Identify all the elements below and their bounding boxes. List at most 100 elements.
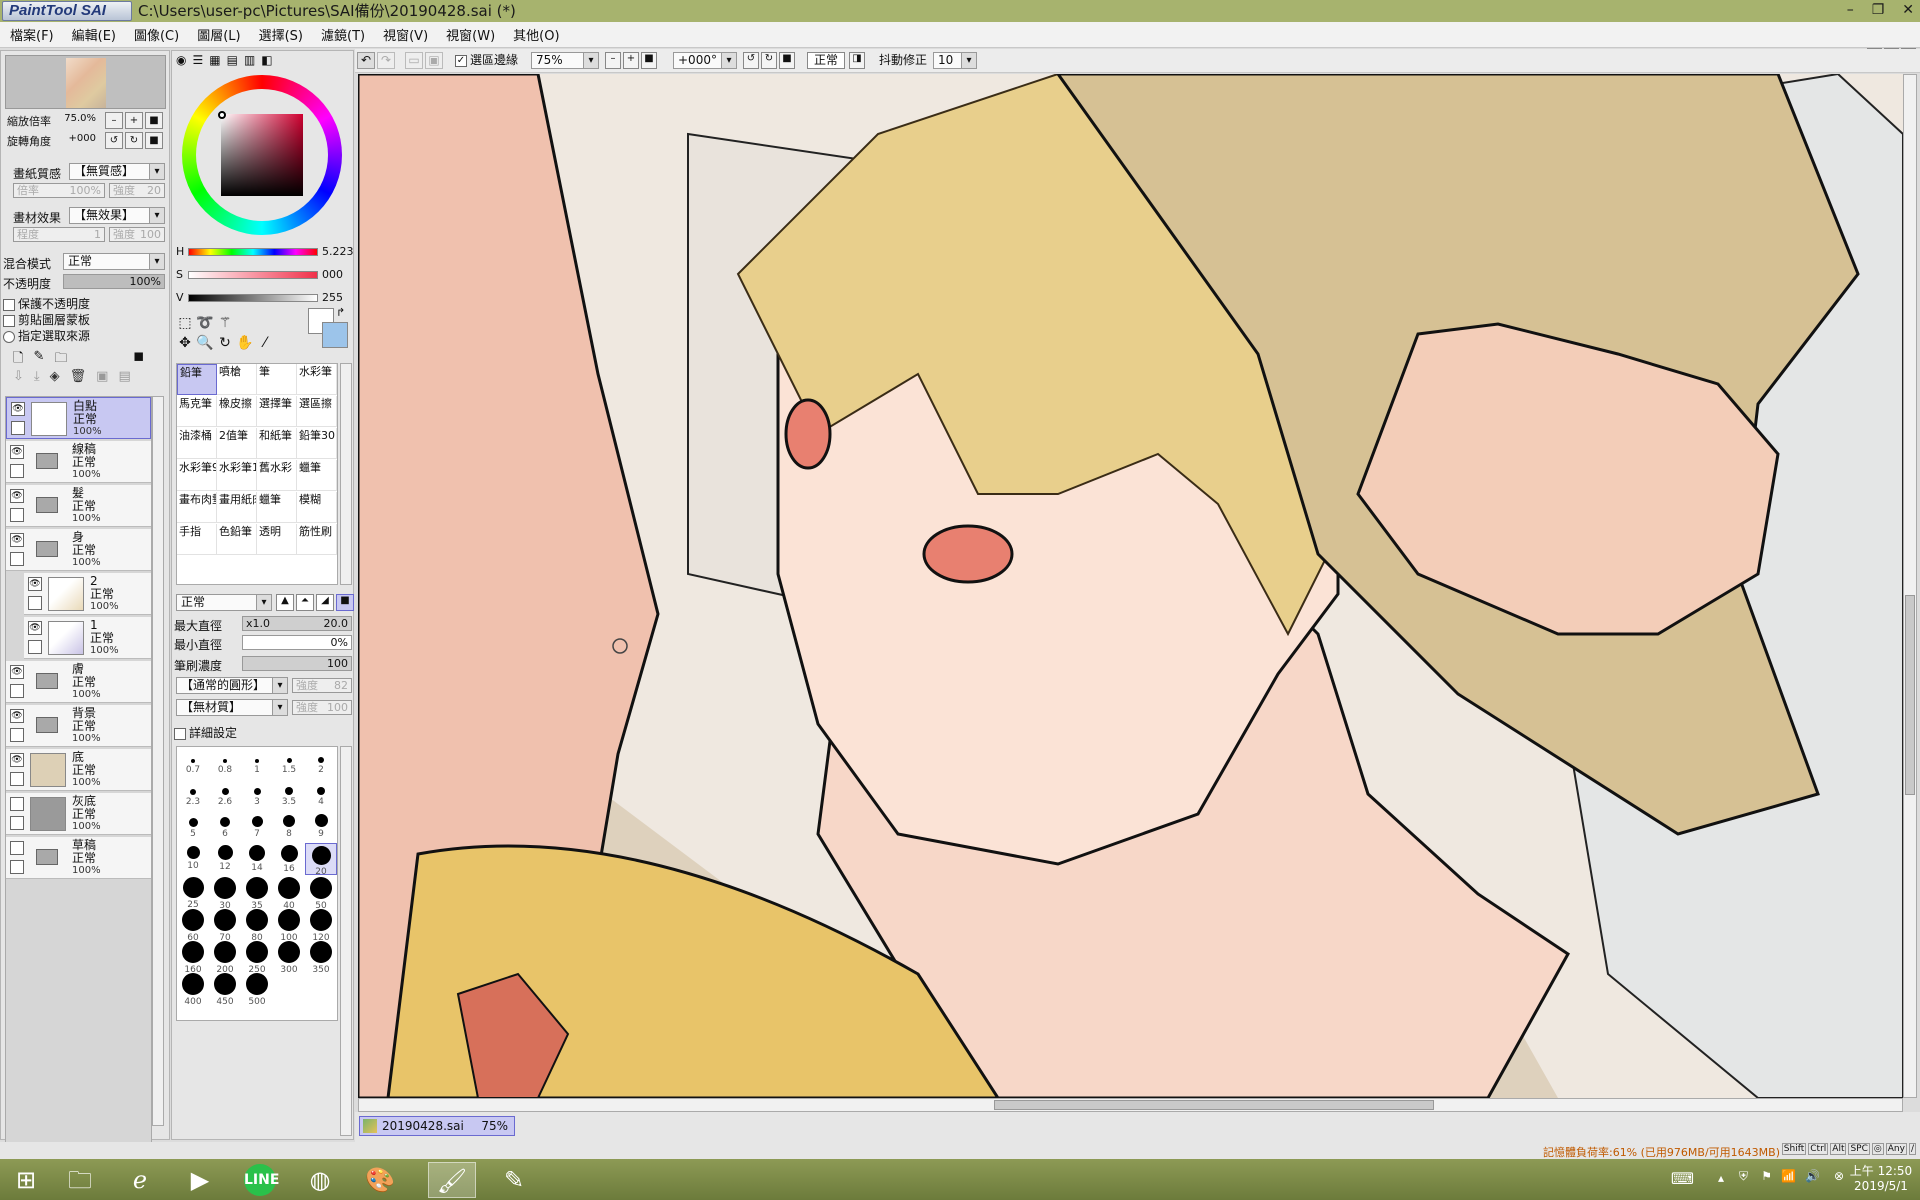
- drawing-canvas[interactable]: [358, 74, 1903, 1098]
- canvas-vertical-scrollbar[interactable]: [1903, 74, 1917, 1098]
- layer-item-2[interactable]: 👁 2 正常 100%: [24, 573, 151, 615]
- scratchpad-tab-icon[interactable]: ▥: [244, 53, 255, 67]
- horizontal-scroll-thumb[interactable]: [994, 1100, 1434, 1110]
- menu-select[interactable]: 選擇(S): [259, 25, 303, 44]
- lock-icon[interactable]: [10, 684, 24, 698]
- brush-size-item[interactable]: 450: [209, 971, 241, 1007]
- clock-time[interactable]: 上午 12:50: [1848, 1162, 1914, 1179]
- material-degree-field[interactable]: 程度 1: [13, 227, 105, 242]
- menu-layer[interactable]: 圖層(L): [197, 25, 240, 44]
- saturation-slider[interactable]: [188, 271, 318, 279]
- merge-mask-icon[interactable]: ▤: [118, 369, 130, 384]
- zoom-icon[interactable]: 🔍: [196, 334, 214, 352]
- brush-tool-item[interactable]: 橡皮擦: [217, 396, 257, 427]
- brush-size-item[interactable]: 10: [177, 843, 209, 875]
- brush-size-item[interactable]: 2.3: [177, 779, 209, 811]
- brush-tool-item[interactable]: 手指: [177, 524, 217, 555]
- eye-icon[interactable]: 👁: [10, 489, 24, 503]
- brush-tool-item[interactable]: 和紙筆: [257, 428, 297, 459]
- clipping-mask-option[interactable]: 剪貼圖層蒙板: [3, 311, 90, 328]
- eye-icon[interactable]: 👁: [10, 665, 24, 679]
- menu-image[interactable]: 圖像(C): [134, 25, 179, 44]
- brush-size-item[interactable]: 1: [241, 747, 273, 779]
- zoom-out-button[interactable]: –: [105, 112, 123, 129]
- brush-size-item[interactable]: 9: [305, 811, 337, 843]
- eye-icon[interactable]: 👁: [10, 445, 24, 459]
- eye-icon[interactable]: 👁: [10, 709, 24, 723]
- hard-edge-icon[interactable]: ◢: [316, 594, 334, 611]
- color-wheel-tab-icon[interactable]: ◉: [176, 53, 186, 67]
- eye-hidden-icon[interactable]: [10, 841, 24, 855]
- lock-icon[interactable]: [10, 860, 24, 874]
- layer-item-body[interactable]: 👁 身 正常 100%: [6, 529, 151, 571]
- lock-icon[interactable]: [10, 508, 24, 522]
- layer-list-scrollbar[interactable]: [152, 396, 164, 1126]
- menu-filter[interactable]: 濾鏡(T): [321, 25, 365, 44]
- blend-mode-select[interactable]: 正常: [63, 253, 165, 270]
- clock-date[interactable]: 2019/5/1: [1848, 1179, 1914, 1193]
- mixer-tab-icon[interactable]: ◧: [261, 53, 272, 67]
- redo-icon[interactable]: ↷: [377, 52, 395, 69]
- lock-icon[interactable]: [10, 464, 24, 478]
- volume-icon[interactable]: 🔊: [1805, 1169, 1820, 1183]
- brush-shape-select[interactable]: 【通常的圓形】: [176, 677, 288, 694]
- eye-icon[interactable]: 👁: [10, 533, 24, 547]
- layer-item-background[interactable]: 👁 背景 正常 100%: [6, 705, 151, 747]
- detail-settings-checkbox[interactable]: [174, 727, 186, 740]
- eye-icon[interactable]: 👁: [11, 402, 25, 416]
- merge-down-icon[interactable]: ⤓: [34, 369, 40, 384]
- document-tab[interactable]: 20190428.sai 75%: [359, 1116, 515, 1136]
- brush-tool-item[interactable]: 蠟筆: [297, 460, 337, 491]
- apply-mask-icon[interactable]: ▣: [96, 369, 108, 384]
- brush-size-item[interactable]: 0.8: [209, 747, 241, 779]
- sai-taskbar-icon[interactable]: 🖌: [428, 1162, 476, 1198]
- brush-tool-item[interactable]: 選區擦: [297, 396, 337, 427]
- brush-shape-strength-field[interactable]: 強度 82: [292, 678, 352, 693]
- menu-file[interactable]: 檔案(F): [10, 25, 54, 44]
- brush-size-item[interactable]: 8: [273, 811, 305, 843]
- eye-icon[interactable]: 👁: [28, 577, 42, 591]
- brush-tool-item[interactable]: 模糊: [297, 492, 337, 523]
- brush-size-item[interactable]: 250: [241, 939, 273, 975]
- tablet-settings-icon[interactable]: ✎: [490, 1162, 538, 1198]
- brush-size-item[interactable]: 160: [177, 939, 209, 975]
- detail-settings-option[interactable]: 詳細設定: [174, 724, 237, 741]
- value-slider[interactable]: [188, 294, 318, 302]
- layer-item-draft[interactable]: 草稿 正常 100%: [6, 837, 151, 879]
- brush-tool-item[interactable]: 筆: [257, 364, 297, 395]
- layer-item-gray-base[interactable]: 灰底 正常 100%: [6, 793, 151, 835]
- keyboard-icon[interactable]: ⌨: [1671, 1169, 1694, 1188]
- chrome-icon[interactable]: ◍: [296, 1162, 344, 1198]
- deselect-icon[interactable]: ▭: [405, 52, 423, 69]
- rotation-select[interactable]: +000°: [673, 52, 737, 69]
- brush-tool-item[interactable]: 色鉛筆: [217, 524, 257, 555]
- layer-item-whitedot[interactable]: 👁 白點 正常 100%: [6, 397, 151, 439]
- brush-size-item[interactable]: 120: [305, 907, 337, 943]
- sharp-edge-icon[interactable]: ■: [336, 594, 354, 611]
- clipping-mask-checkbox[interactable]: [3, 314, 15, 327]
- brush-texture-strength-field[interactable]: 強度 100: [292, 700, 352, 715]
- brush-size-item[interactable]: 3: [241, 779, 273, 811]
- media-player-icon[interactable]: ▶: [176, 1162, 224, 1198]
- brush-tool-item[interactable]: 鉛筆: [177, 364, 217, 395]
- zoom-reset-toolbar-button[interactable]: ■: [641, 52, 657, 69]
- material-select[interactable]: 【無效果】: [69, 207, 165, 224]
- stabilizer-select[interactable]: 10: [933, 52, 977, 69]
- magic-wand-icon[interactable]: ⚚: [216, 314, 234, 332]
- view-mode-button[interactable]: 正常: [807, 52, 845, 69]
- brush-tool-item[interactable]: 水彩筆10號: [217, 460, 257, 491]
- brush-size-item[interactable]: 1.5: [273, 747, 305, 779]
- undo-icon[interactable]: ↶: [357, 52, 375, 69]
- layer-item-hair[interactable]: 👁 髮 正常 100%: [6, 485, 151, 527]
- brush-tool-item[interactable]: 噴槍: [217, 364, 257, 395]
- brush-grid-scrollbar[interactable]: [340, 363, 352, 585]
- min-size-slider[interactable]: 0%: [242, 635, 352, 650]
- protect-opacity-option[interactable]: 保護不透明度: [3, 295, 90, 312]
- opacity-slider[interactable]: 100%: [63, 274, 165, 289]
- ime-icon[interactable]: ⊗: [1834, 1169, 1844, 1183]
- brush-size-item[interactable]: 500: [241, 971, 273, 1007]
- rotate-left-button[interactable]: ↺: [105, 132, 123, 149]
- lock-icon[interactable]: [10, 728, 24, 742]
- layer-item-base[interactable]: 👁 底 正常 100%: [6, 749, 151, 791]
- background-color-swatch[interactable]: [322, 322, 348, 348]
